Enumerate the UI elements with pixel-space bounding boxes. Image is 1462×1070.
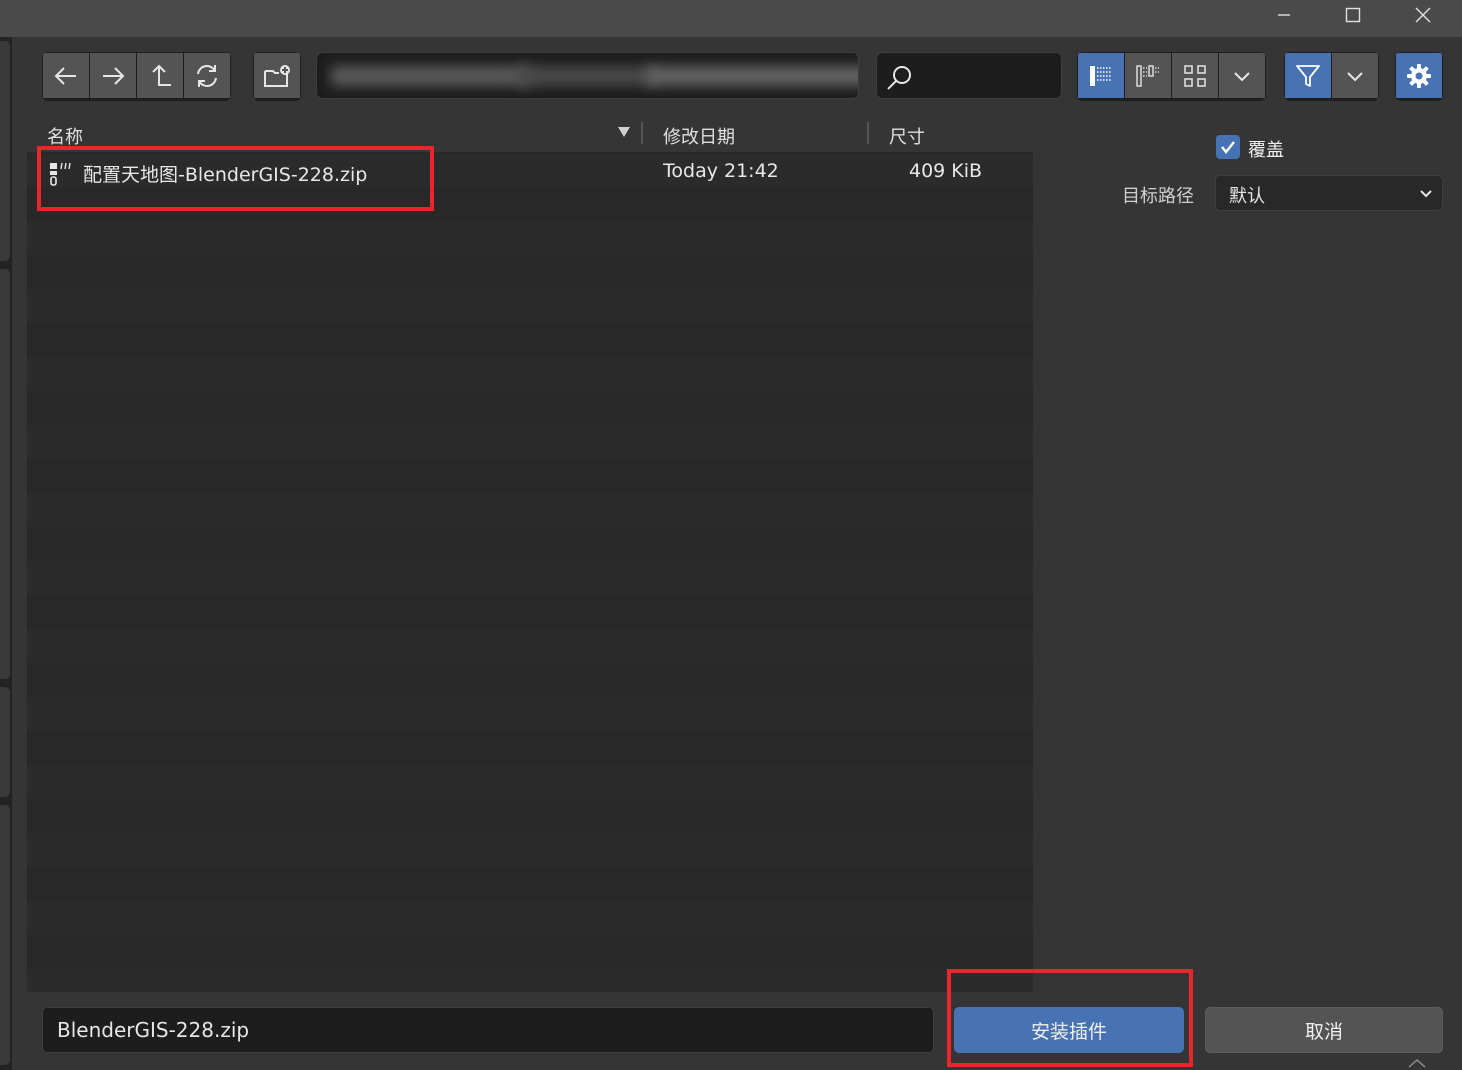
gear-icon [1407, 63, 1431, 88]
chevron-down-icon [1420, 190, 1432, 198]
title-bar [0, 0, 1462, 37]
arrow-left-icon [54, 66, 76, 85]
redacted-path [517, 66, 657, 86]
filter-group [1284, 52, 1379, 101]
cancel-label: 取消 [1304, 1020, 1343, 1043]
new-folder-group [253, 52, 301, 101]
arrow-right-icon [103, 66, 125, 85]
checkmark-icon [1221, 141, 1235, 154]
refresh-icon [197, 64, 217, 87]
parent-directory-button[interactable] [137, 53, 183, 98]
maximize-icon [1345, 7, 1361, 23]
new-folder-icon [264, 64, 290, 87]
filter-icon [1296, 64, 1320, 87]
view-vertical-list-button[interactable] [1078, 53, 1124, 98]
horizontal-list-icon [1136, 64, 1159, 87]
file-list: 名称 修改日期 尺寸 配置天地图-BlenderGIS-228.zip Toda… [27, 114, 1033, 992]
thumbnails-icon [1184, 64, 1206, 87]
overwrite-checkbox[interactable] [1216, 135, 1240, 159]
highlight-box-file [37, 146, 434, 211]
redacted-path [331, 66, 531, 86]
navigation-group [42, 52, 231, 101]
display-mode-group [1077, 52, 1266, 101]
region-tab[interactable] [0, 269, 10, 679]
highlight-box-install [947, 969, 1193, 1067]
chevron-up-icon[interactable] [1407, 1058, 1427, 1068]
settings-button[interactable] [1396, 53, 1442, 98]
target-path-select[interactable]: 默认 [1215, 175, 1443, 211]
sort-descending-icon[interactable] [617, 125, 631, 139]
directory-path-field[interactable] [316, 52, 859, 99]
column-header-date[interactable]: 修改日期 [663, 123, 735, 149]
redacted-path [647, 66, 858, 86]
cancel-button[interactable]: 取消 [1205, 1007, 1443, 1053]
search-field[interactable] [876, 52, 1062, 99]
filter-toggle-button[interactable] [1285, 53, 1331, 98]
column-separator[interactable] [867, 122, 869, 144]
target-path-value: 默认 [1229, 186, 1265, 207]
settings-group [1395, 52, 1443, 101]
filter-settings-dropdown[interactable] [1332, 53, 1378, 98]
vertical-list-icon [1090, 65, 1112, 86]
display-settings-dropdown[interactable] [1219, 53, 1265, 98]
maximize-button[interactable] [1330, 0, 1376, 30]
refresh-button[interactable] [184, 53, 230, 98]
back-button[interactable] [43, 53, 89, 98]
left-edge-strip [0, 37, 12, 1070]
view-horizontal-list-button[interactable] [1125, 53, 1171, 98]
search-icon [887, 66, 911, 90]
minimize-button[interactable] [1261, 0, 1307, 30]
forward-button[interactable] [90, 53, 136, 98]
close-window-button[interactable] [1400, 0, 1446, 30]
file-size: 409 KiB [909, 160, 983, 182]
parent-directory-icon [152, 64, 171, 86]
chevron-down-icon [1347, 71, 1363, 81]
region-tab[interactable] [0, 41, 10, 261]
region-tab[interactable] [0, 687, 10, 797]
minimize-icon [1278, 14, 1290, 16]
column-separator[interactable] [641, 122, 643, 144]
filename-value: BlenderGIS-228.zip [57, 1018, 250, 1042]
target-path-label: 目标路径 [1122, 186, 1194, 207]
new-folder-button[interactable] [254, 53, 300, 98]
region-tab[interactable] [0, 805, 10, 1065]
file-list-body [27, 153, 1033, 992]
filename-input[interactable]: BlenderGIS-228.zip [42, 1007, 934, 1053]
file-date: Today 21:42 [663, 160, 779, 182]
close-icon [1415, 7, 1431, 23]
chevron-down-icon [1234, 71, 1250, 81]
column-header-size[interactable]: 尺寸 [889, 123, 925, 149]
view-thumbnails-button[interactable] [1172, 53, 1218, 98]
overwrite-label[interactable]: 覆盖 [1248, 136, 1284, 162]
